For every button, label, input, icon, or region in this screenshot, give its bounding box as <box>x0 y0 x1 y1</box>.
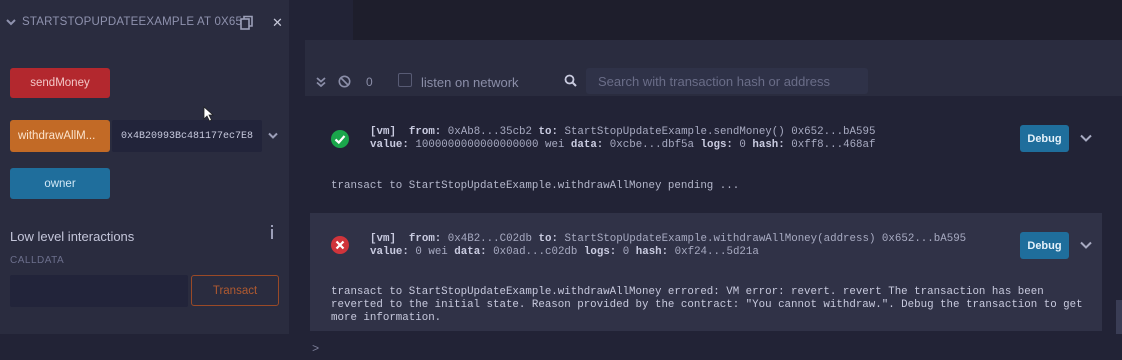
tx-details-line-2[interactable]: value: 0 wei data: 0x0ad...c02db logs: 0… <box>370 246 759 258</box>
pending-tx-count: 0 <box>366 75 373 89</box>
send-money-button[interactable]: sendMoney <box>10 68 110 98</box>
success-check-icon <box>331 130 349 148</box>
listen-network-label: listen on network <box>421 75 519 90</box>
mouse-cursor-icon <box>203 106 215 122</box>
collapse-terminal-icon[interactable] <box>316 77 326 87</box>
panel-divider <box>289 0 305 360</box>
listen-network-checkbox[interactable] <box>398 73 412 87</box>
editor-area[interactable] <box>305 0 1122 40</box>
owner-button[interactable]: owner <box>10 168 110 199</box>
terminal-scrollbar[interactable] <box>1116 300 1122 334</box>
debug-button[interactable]: Debug <box>1020 125 1069 152</box>
low-level-interactions-title: Low level interactions <box>10 229 135 244</box>
transact-button[interactable]: Transact <box>191 275 279 306</box>
error-message: transact to StartStopUpdateExample.withd… <box>331 286 1083 324</box>
tx-details-line-1[interactable]: value: 1000000000000000000 wei data: 0xc… <box>370 139 875 151</box>
copy-icon[interactable] <box>239 15 255 31</box>
calldata-label: CALLDATA <box>10 255 65 266</box>
terminal-prompt[interactable]: > <box>312 342 319 356</box>
panel-footer <box>0 334 289 360</box>
pending-message: transact to StartStopUpdateExample.withd… <box>331 180 740 192</box>
expand-chevron-icon[interactable] <box>268 132 278 140</box>
tx-search-input[interactable]: Search with transaction hash or address <box>586 68 868 94</box>
withdraw-address-input[interactable]: 0x4B20993Bc481177ec7E8 <box>112 120 262 152</box>
tx-summary-line-2[interactable]: [vm] from: 0x4B2...C02db to: StartStopUp… <box>370 233 966 245</box>
chevron-down-icon[interactable] <box>1080 134 1092 142</box>
chevron-down-icon[interactable] <box>6 17 16 27</box>
contract-title: STARTSTOPUPDATEEXAMPLE AT 0X65 <box>22 16 243 28</box>
editor-gutter <box>305 0 353 40</box>
chevron-down-icon[interactable] <box>1080 241 1092 249</box>
debug-button[interactable]: Debug <box>1020 232 1069 259</box>
clear-console-icon[interactable] <box>338 75 351 88</box>
close-icon[interactable]: ✕ <box>272 16 283 29</box>
withdraw-all-money-button[interactable]: withdrawAllM... <box>10 120 110 152</box>
contract-header[interactable]: STARTSTOPUPDATEEXAMPLE AT 0X65 ✕ <box>0 8 289 38</box>
error-x-icon <box>331 236 349 254</box>
search-icon <box>564 74 577 87</box>
tx-summary-line-1[interactable]: [vm] from: 0xAb8...35cb2 to: StartStopUp… <box>370 126 875 138</box>
info-icon[interactable] <box>270 225 274 239</box>
calldata-input[interactable] <box>10 275 188 307</box>
